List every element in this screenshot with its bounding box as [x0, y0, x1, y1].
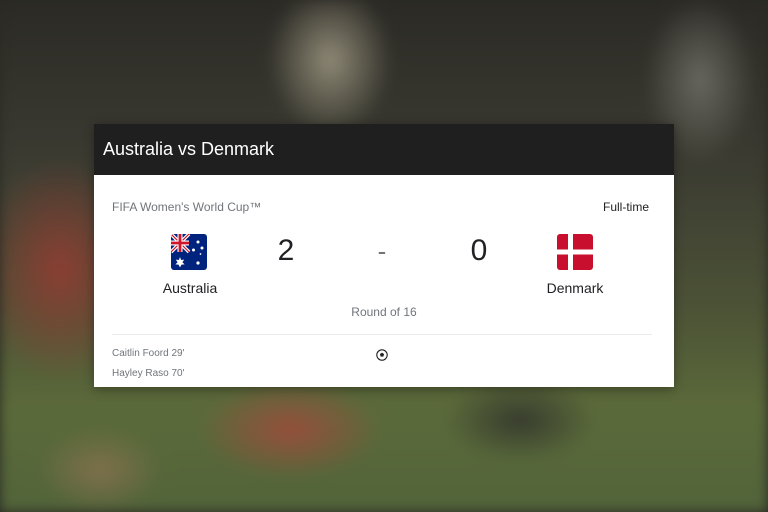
home-score: 2 — [277, 234, 295, 267]
away-score: 0 — [470, 234, 488, 267]
meta-row: FIFA Women's World Cup™ Full-time — [112, 200, 649, 214]
match-score-card[interactable]: Australia vs Denmark FIFA Women's World … — [94, 124, 674, 387]
away-team-name[interactable]: Denmark — [505, 280, 645, 296]
match-round: Round of 16 — [351, 305, 417, 319]
match-title: Australia vs Denmark — [103, 139, 275, 159]
card-header: Australia vs Denmark — [94, 124, 674, 175]
denmark-flag-icon[interactable] — [557, 234, 593, 270]
goal-scorer: Caitlin Foord 29' — [112, 348, 185, 359]
home-team-name[interactable]: Australia — [120, 280, 260, 296]
soccer-ball-icon — [376, 348, 388, 361]
goal-scorer: Hayley Raso 70' — [112, 368, 185, 379]
divider — [112, 334, 652, 335]
australia-flag-icon[interactable] — [171, 234, 207, 270]
match-status: Full-time — [602, 200, 649, 214]
competition-name[interactable]: FIFA Women's World Cup™ — [112, 200, 261, 214]
score-separator: - — [377, 236, 387, 266]
